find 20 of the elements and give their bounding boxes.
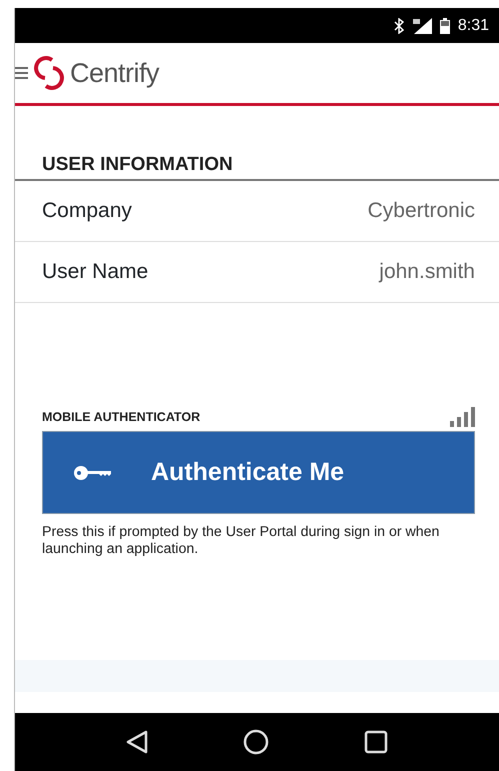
status-time: 8:31 [458,16,489,36]
logo-icon [32,56,66,90]
authenticate-button[interactable]: Authenticate Me [42,431,475,514]
section-title: USER INFORMATION [15,106,499,181]
home-icon[interactable] [243,729,269,755]
brand-name: Centrify [70,56,160,90]
cell-signal-icon [412,18,432,34]
field-label: Company [42,198,132,224]
battery-icon [440,18,450,34]
back-icon[interactable] [126,730,148,754]
bluetooth-icon [394,18,404,34]
field-value: john.smith [379,259,475,286]
signal-bars-icon [450,407,475,427]
field-label: User Name [42,259,148,286]
help-text: Press this if prompted by the User Portal during sign in or when launching an application. [42,524,440,558]
menu-icon[interactable] [15,66,28,80]
recent-apps-icon[interactable] [364,730,388,754]
field-value: Cybertronic [368,198,475,224]
section-title: MOBILE AUTHENTICATOR [42,409,200,426]
key-icon [73,464,111,480]
